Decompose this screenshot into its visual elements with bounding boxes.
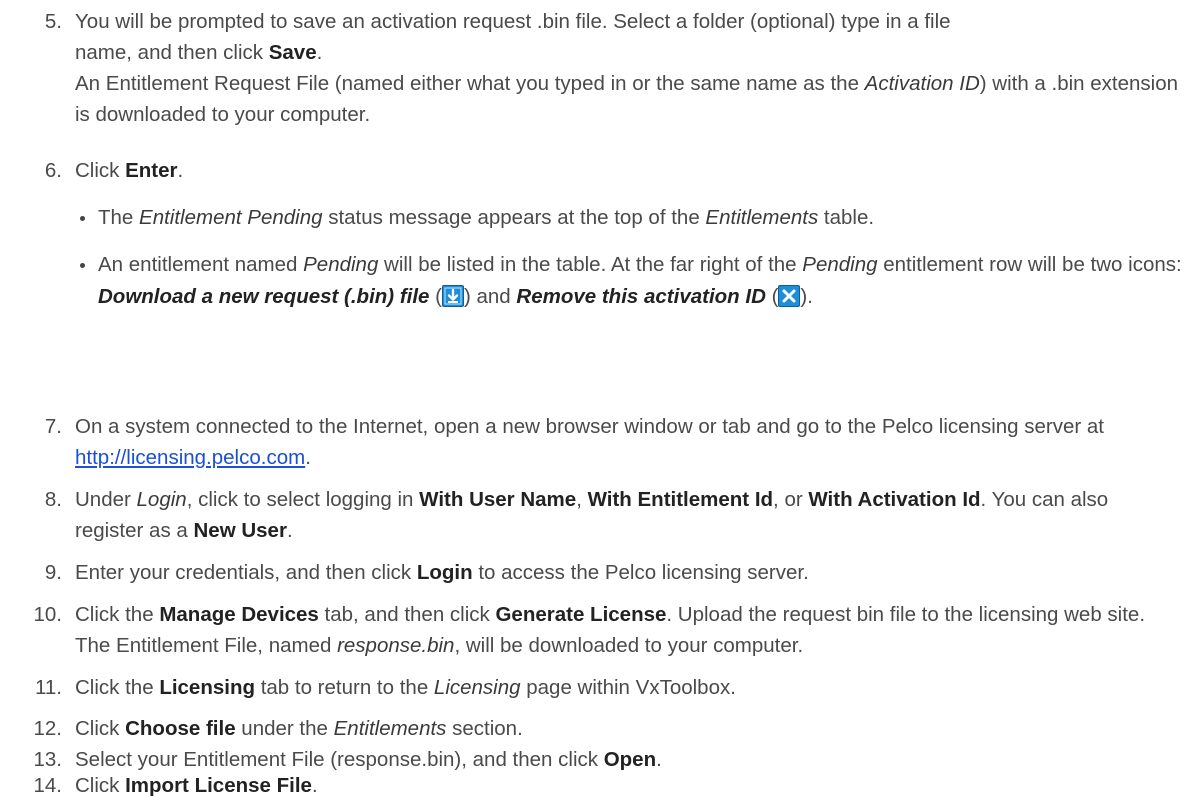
step-body: Click Import License File. <box>75 770 1185 801</box>
step-number: 10. <box>33 603 63 626</box>
activation-id-term: Activation ID <box>864 72 980 95</box>
step-body: Enter your credentials, and then click L… <box>75 557 1185 588</box>
step-text: Enter your credentials, and then click L… <box>75 561 809 584</box>
bullet-item: The Entitlement Pending status message a… <box>75 202 1185 233</box>
step-text: You will be prompted to save an activati… <box>75 10 951 64</box>
step-text: Click Choose file under the Entitlements… <box>75 717 523 740</box>
download-icon <box>441 285 464 307</box>
step-body: You will be prompted to save an activati… <box>75 6 1185 130</box>
step-number: 8. <box>44 488 62 511</box>
remove-icon <box>778 285 801 307</box>
step-number: 5. <box>44 10 62 33</box>
step-note: An Entitlement Request File (named eithe… <box>75 72 1179 126</box>
step-number: 9. <box>44 561 62 584</box>
step-body: Click the Licensing tab to return to the… <box>75 672 1185 703</box>
licensing-server-link[interactable]: http://licensing.pelco.com <box>75 446 305 469</box>
step-text: Click the Manage Devices tab, and then c… <box>75 603 1146 657</box>
step-number: 12. <box>33 717 63 740</box>
step-body: Click Enter. The Entitlement Pending sta… <box>75 155 1185 329</box>
enter-term: Enter <box>125 159 178 182</box>
step-text: Click Import License File. <box>75 774 318 797</box>
step-body: Under Login, click to select logging in … <box>75 484 1175 546</box>
step-text: Click Enter. <box>75 159 184 182</box>
save-term: Save <box>268 41 317 64</box>
step-number: 7. <box>44 415 62 438</box>
step-text: Under Login, click to select logging in … <box>75 488 1109 542</box>
bullet-item: An entitlement named Pending will be lis… <box>75 249 1185 313</box>
step-number: 6. <box>44 159 62 182</box>
step-number: 14. <box>33 774 63 797</box>
step-text: On a system connected to the Internet, o… <box>75 415 1105 469</box>
step-body: On a system connected to the Internet, o… <box>75 411 1155 473</box>
step-text: Click the Licensing tab to return to the… <box>75 676 736 699</box>
step-body: Click the Manage Devices tab, and then c… <box>75 599 1185 661</box>
step-body: Click Choose file under the Entitlements… <box>75 713 1185 744</box>
step-number: 11. <box>35 676 62 699</box>
